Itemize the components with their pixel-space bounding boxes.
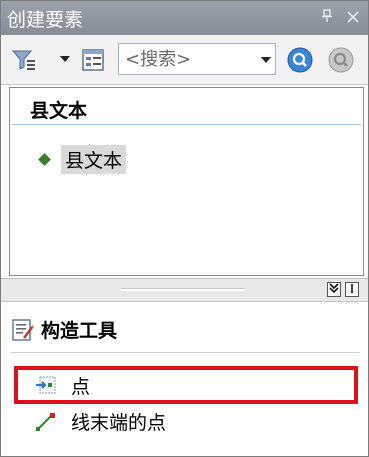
search-icon[interactable] — [287, 47, 313, 73]
panel-title: 创建要素 — [7, 8, 84, 31]
pane-splitter[interactable] — [1, 278, 368, 302]
clear-search-icon[interactable] — [328, 47, 354, 73]
construction-tools-pane: 构造工具 点 线末端的点 — [1, 302, 368, 456]
search-input[interactable] — [119, 46, 255, 72]
search-combobox[interactable] — [118, 43, 276, 75]
tools-divider — [11, 352, 360, 353]
panel-toolbar — [1, 35, 368, 85]
close-icon[interactable] — [342, 9, 364, 27]
pin-icon[interactable] — [316, 9, 338, 27]
tool-item-label: 线末端的点 — [71, 411, 167, 434]
tool-item-point-at-end-of-line[interactable]: 线末端的点 — [1, 404, 368, 438]
collapse-button[interactable] — [327, 282, 341, 297]
filter-icon[interactable] — [11, 47, 37, 73]
template-group-header[interactable]: 县文本 — [30, 96, 87, 123]
feature-template-list: 县文本 县文本 — [9, 87, 364, 276]
create-features-panel: 创建要素 <搜索> 县文本 县文本 构造工具 点 线末端的点 — [0, 0, 369, 457]
point-tool-icon — [36, 376, 56, 394]
tool-item-label: 点 — [71, 375, 91, 398]
construction-tools-title: 构造工具 — [41, 320, 118, 342]
organize-templates-icon[interactable] — [81, 47, 107, 73]
group-header-divider — [12, 124, 361, 125]
toggle-details-button[interactable] — [345, 282, 359, 297]
splitter-grip[interactable] — [121, 288, 245, 291]
filter-dropdown-arrow-icon[interactable] — [60, 56, 70, 62]
point-at-end-of-line-tool-icon — [36, 413, 55, 431]
vertical-bar-icon — [351, 284, 353, 293]
double-chevron-down-icon — [329, 283, 339, 294]
construction-tools-icon — [12, 318, 34, 341]
template-item-label: 县文本 — [61, 144, 127, 174]
point-symbol-icon — [38, 152, 51, 166]
construction-tools-header: 构造工具 — [11, 316, 117, 343]
template-item[interactable]: 县文本 — [38, 144, 127, 174]
tool-item-point[interactable]: 点 — [1, 368, 368, 402]
search-dropdown-arrow-icon[interactable] — [261, 57, 271, 63]
panel-titlebar[interactable]: 创建要素 — [1, 1, 368, 35]
